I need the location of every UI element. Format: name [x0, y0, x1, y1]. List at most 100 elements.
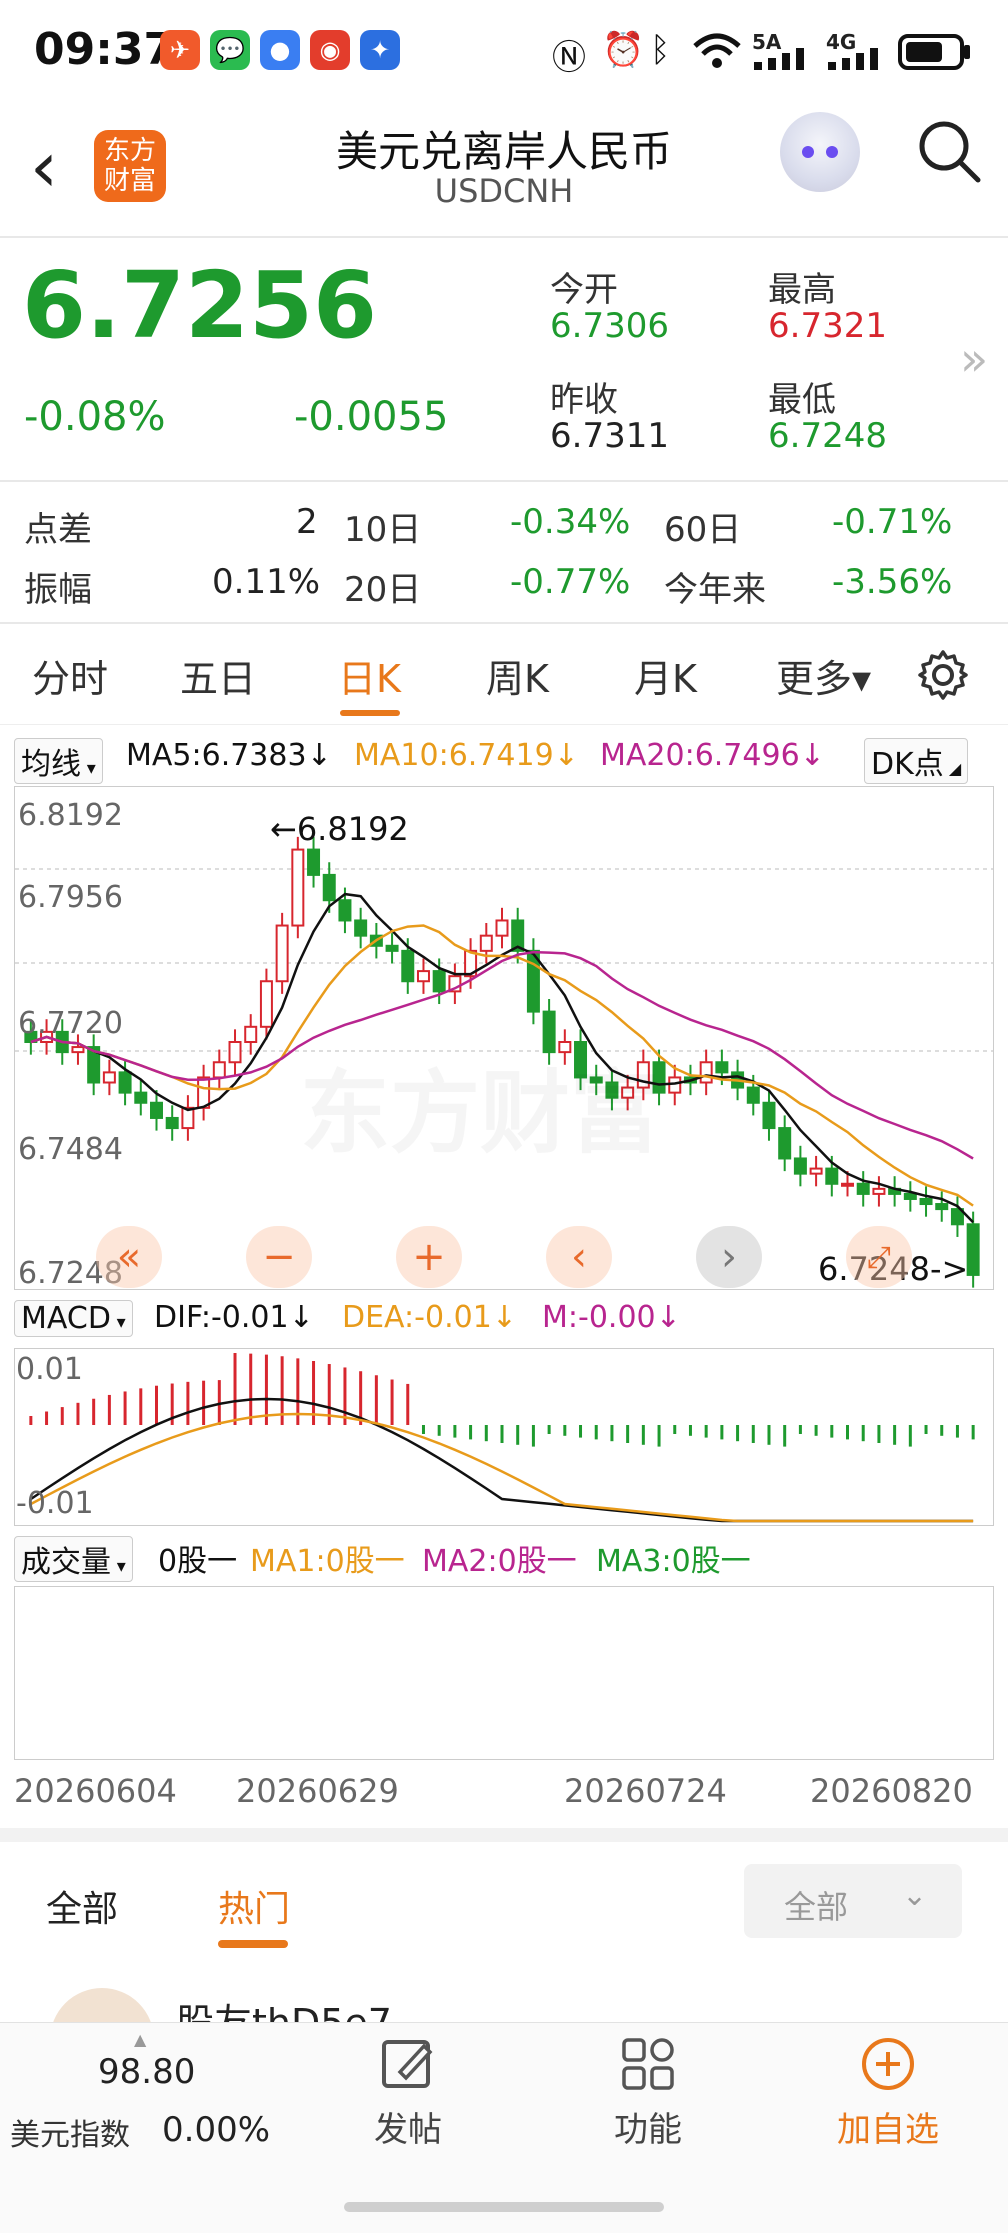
settings-gear-icon[interactable] [916, 648, 970, 702]
dk-point-button[interactable]: DK点 ◢ [864, 738, 969, 784]
candle-body [322, 873, 336, 902]
section-gap [0, 1828, 1008, 1842]
divider [0, 236, 1008, 238]
alarm-icon: ⏰ [602, 30, 645, 70]
date-label-2: 20260724 [564, 1772, 727, 1810]
candle-body [872, 1187, 886, 1195]
dollar-index-name[interactable]: 美元指数 [10, 2110, 130, 2154]
kline-chart[interactable] [14, 786, 994, 1290]
tab-intraday[interactable]: 分时 [32, 648, 108, 703]
tab-active-indicator [340, 710, 400, 716]
bulb-icon: ✦ [360, 30, 400, 70]
volume-chart[interactable] [14, 1586, 994, 1760]
zoom-out-button[interactable]: − [246, 1226, 312, 1288]
candle-body [919, 1197, 933, 1206]
tab-five-day[interactable]: 五日 [180, 648, 256, 703]
y-label-1: 6.7956 [18, 880, 123, 915]
candle-body [134, 1091, 148, 1104]
function-button[interactable]: 功能 [568, 2036, 728, 2151]
candle-body [102, 1071, 116, 1084]
candle-body [966, 1223, 980, 1276]
add-watchlist-label: 加自选 [837, 2110, 939, 2150]
app-notification-icon: ✈ [160, 30, 200, 70]
post-button[interactable]: 发帖 [328, 2036, 488, 2151]
ma20-legend: MA20:6.7496↓ [600, 738, 825, 773]
dollar-index-value[interactable]: 98.80 [98, 2052, 195, 2092]
quote-more-icon[interactable]: » [960, 332, 988, 386]
grid-icon [622, 2038, 674, 2090]
weibo-icon: ◉ [310, 30, 350, 70]
add-watchlist-button[interactable]: 加自选 [808, 2036, 968, 2151]
candle-body [385, 944, 399, 952]
candle-body [825, 1167, 839, 1185]
divider [0, 622, 1008, 624]
scroll-left-fast-button[interactable]: « [96, 1226, 162, 1288]
ma10-legend: MA10:6.7419↓ [354, 738, 579, 773]
dollar-index-pct[interactable]: 0.00% [162, 2110, 270, 2150]
add-circle-icon [862, 2038, 914, 2090]
bluetooth-icon: ᛒ [650, 30, 671, 70]
macd-svg [29, 1353, 975, 1523]
d10-label: 10日 [344, 510, 422, 550]
candle-body [746, 1086, 760, 1104]
ytd-label: 今年来 [664, 570, 766, 610]
scroll-left-button[interactable]: ‹ [546, 1226, 612, 1288]
volume-indicator-select[interactable]: 成交量 ▾ [14, 1536, 133, 1582]
search-icon[interactable] [916, 118, 982, 184]
ma-indicator-select[interactable]: 均线 ▾ [14, 738, 103, 784]
tab-more[interactable]: 更多▾ [776, 648, 871, 703]
up-arrow-icon: ▲ [134, 2030, 147, 2049]
candle-body [495, 919, 509, 937]
dif-legend: DIF:-0.01↓ [154, 1300, 314, 1335]
zoom-in-button[interactable]: + [396, 1226, 462, 1288]
candle-body [401, 949, 415, 983]
high-value: 6.7321 [768, 306, 887, 346]
m-legend: M:-0.00↓ [542, 1300, 681, 1335]
tab-monthly-k[interactable]: 月K [634, 648, 697, 703]
candle-body [903, 1192, 917, 1200]
vol-ma1-legend: MA1:0股一 [250, 1544, 405, 1579]
prev-close-label: 昨收 [550, 380, 618, 420]
kline-svg [15, 836, 993, 1288]
open-label: 今开 [550, 270, 618, 310]
candle-body [935, 1203, 949, 1211]
y-label-2: 6.7720 [18, 1006, 123, 1041]
candle-body [149, 1101, 163, 1119]
candle-body [793, 1157, 807, 1175]
amplitude-label: 振幅 [24, 570, 92, 610]
candle-body [416, 970, 430, 983]
candle-body [197, 1076, 211, 1109]
fullscreen-icon[interactable]: ⤢ [846, 1226, 912, 1288]
y-label-0: 6.8192 [18, 798, 123, 833]
candle-body [307, 848, 321, 876]
message-icon: ● [260, 30, 300, 70]
feed-filter-select[interactable]: 全部 ⌄ [744, 1864, 962, 1938]
macd-y-top: 0.01 [16, 1352, 83, 1387]
prev-close-value: 6.7311 [550, 416, 669, 456]
tab-weekly-k[interactable]: 周K [486, 648, 549, 703]
candle-body [259, 980, 273, 1028]
d60-value: -0.71% [832, 502, 953, 542]
macd-chart[interactable] [14, 1348, 994, 1526]
date-label-3: 20260820 [810, 1772, 973, 1810]
assistant-robot-icon[interactable] [780, 112, 860, 192]
home-indicator[interactable] [344, 2202, 664, 2212]
candle-body [715, 1061, 729, 1074]
macd-y-bottom: -0.01 [16, 1486, 94, 1521]
feed-tab-hot[interactable]: 热门 [218, 1880, 290, 1932]
dif-line [30, 1397, 974, 1523]
change-percent: -0.08% [24, 394, 166, 440]
tab-daily-k[interactable]: 日K [338, 648, 401, 703]
spread-label: 点差 [24, 510, 92, 550]
dea-legend: DEA:-0.01↓ [342, 1300, 517, 1335]
feed-tab-all[interactable]: 全部 [46, 1880, 118, 1932]
candle-body [228, 1041, 242, 1064]
candle-body [354, 919, 368, 937]
scroll-right-button[interactable]: › [696, 1226, 762, 1288]
candle-body [165, 1116, 179, 1130]
macd-indicator-select[interactable]: MACD ▾ [14, 1300, 133, 1337]
d20-label: 20日 [344, 570, 422, 610]
wechat-icon: 💬 [210, 30, 250, 70]
candle-body [338, 899, 352, 922]
candle-body [856, 1182, 870, 1195]
